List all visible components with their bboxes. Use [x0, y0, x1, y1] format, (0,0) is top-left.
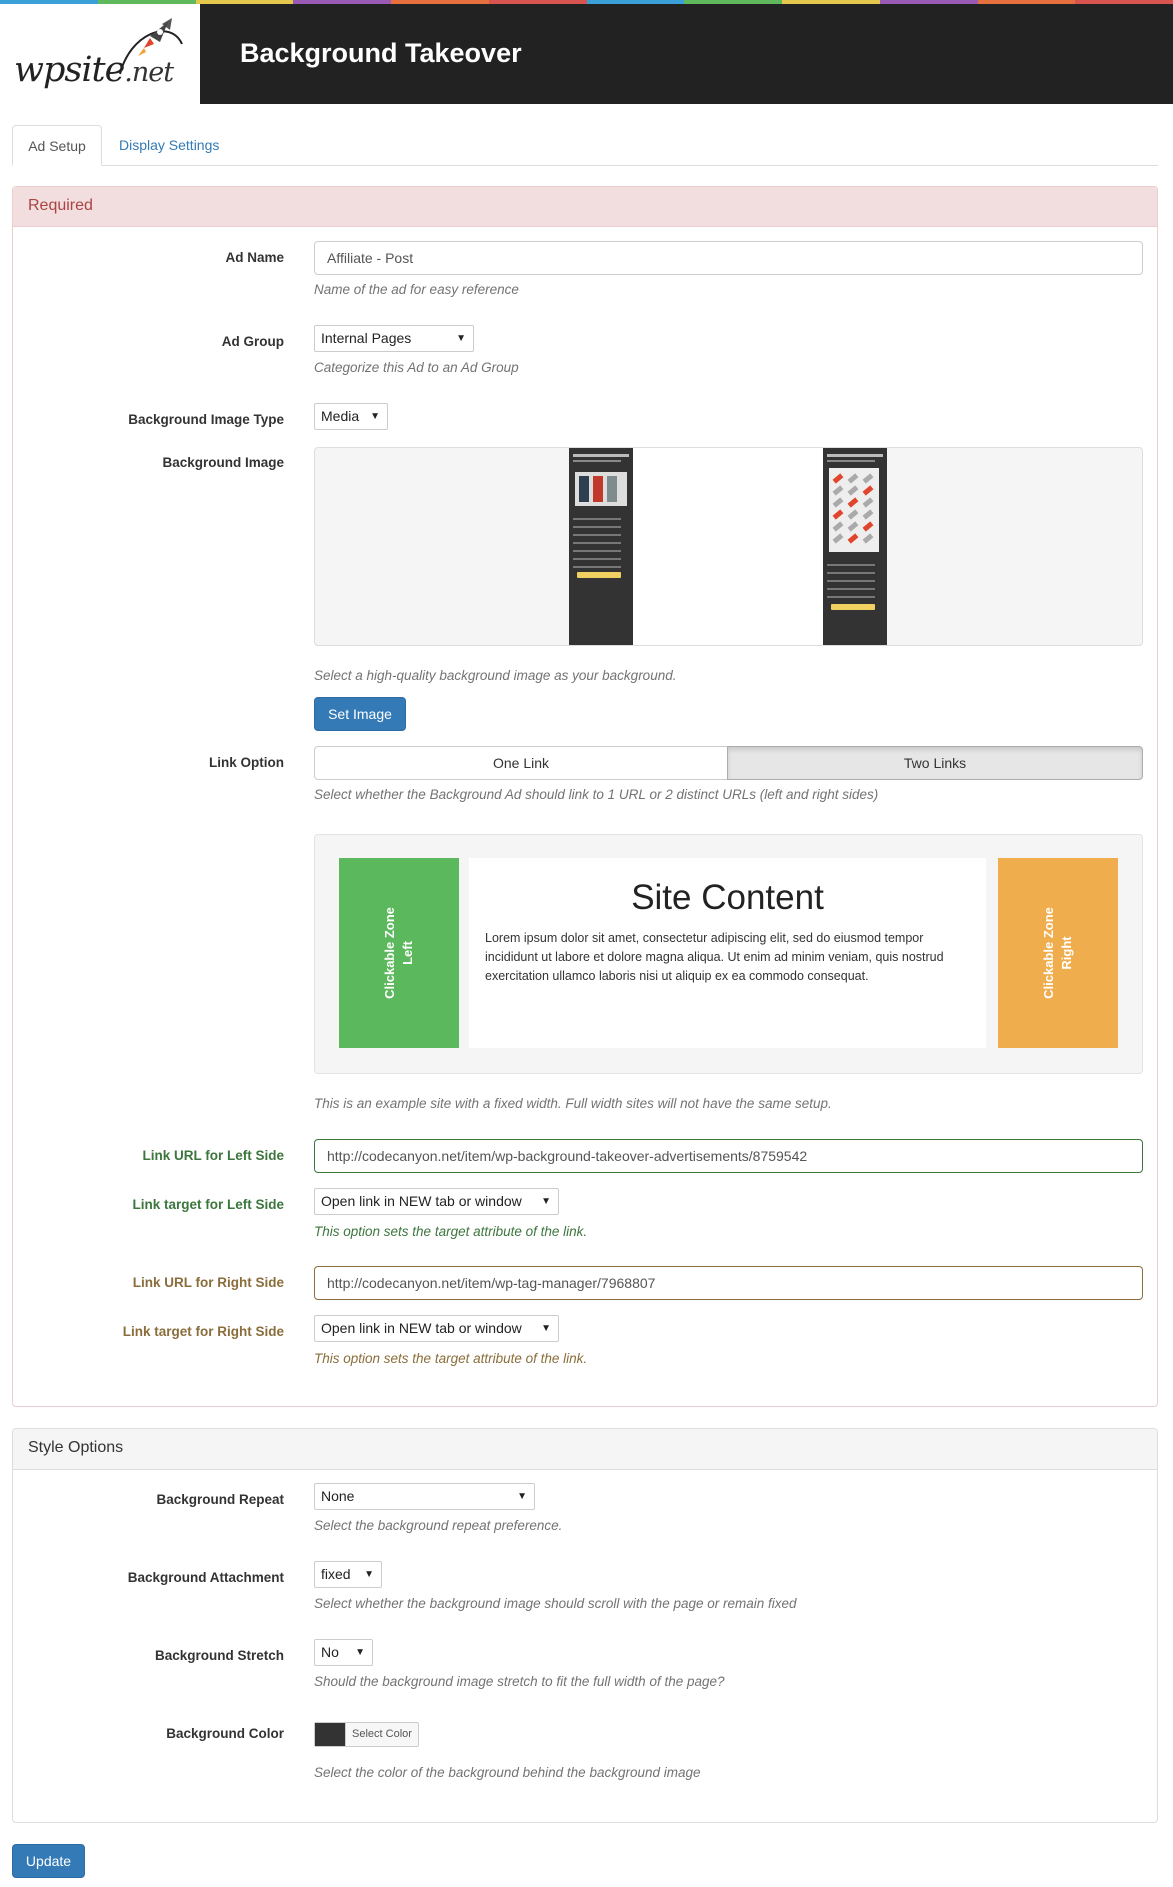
caret-down-icon: ▼ — [456, 333, 466, 344]
caret-down-icon: ▼ — [541, 1323, 551, 1334]
color-swatch — [315, 1723, 345, 1746]
tag-icon — [832, 509, 844, 520]
bg-repeat-label: Background Repeat — [156, 1492, 284, 1507]
site-content-box: Site Content Lorem ipsum dolor sit amet,… — [469, 858, 986, 1048]
select-color-button[interactable]: Select Color — [345, 1723, 418, 1746]
bg-image-help: Select a high-quality background image a… — [314, 668, 677, 683]
right-url-label: Link URL for Right Side — [132, 1275, 284, 1290]
bg-stretch-help: Should the background image stretch to f… — [314, 1674, 725, 1689]
bg-color-help: Select the color of the background behin… — [314, 1765, 701, 1780]
tag-icon — [862, 533, 874, 544]
site-content-text: Lorem ipsum dolor sit amet, consectetur … — [485, 931, 944, 983]
example-help: This is an example site with a fixed wid… — [314, 1096, 832, 1111]
tag-icon — [847, 533, 859, 544]
site-content-title: Site Content — [631, 878, 824, 917]
page-title: Background Takeover — [240, 38, 522, 68]
link-option-help: Select whether the Background Ad should … — [314, 787, 879, 802]
style-options-heading: Style Options — [13, 1429, 1157, 1470]
set-image-button[interactable]: Set Image — [314, 697, 406, 731]
bg-image-type-select[interactable]: Media ▼ — [314, 403, 388, 430]
required-heading: Required — [13, 187, 1157, 227]
left-target-select[interactable]: Open link in NEW tab or window ▼ — [314, 1188, 559, 1215]
ad-name-input[interactable]: Affiliate - Post — [314, 241, 1143, 275]
clickable-zone-left-label: Clickable Zone Left — [382, 907, 415, 999]
bg-repeat-select[interactable]: None ▼ — [314, 1483, 535, 1510]
tag-icon — [862, 521, 874, 532]
bg-repeat-help: Select the background repeat preference. — [314, 1518, 563, 1533]
bg-color-label: Background Color — [166, 1726, 284, 1741]
tag-icon — [862, 509, 874, 520]
left-target-label: Link target for Left Side — [132, 1197, 284, 1212]
tag-icon — [832, 485, 844, 496]
clickable-zone-right-label: Clickable Zone Right — [1041, 907, 1074, 999]
left-url-label: Link URL for Left Side — [142, 1148, 284, 1163]
right-target-help: This option sets the target attribute of… — [314, 1351, 588, 1366]
ad-group-select[interactable]: Internal Pages ▼ — [314, 325, 474, 352]
bg-attachment-select[interactable]: fixed ▼ — [314, 1561, 382, 1588]
left-thumb-image — [569, 448, 633, 645]
clickable-zone-right: Clickable Zone Right — [998, 858, 1118, 1048]
two-links-toggle[interactable]: Two Links — [727, 746, 1143, 780]
right-url-input[interactable]: http://codecanyon.net/item/wp-tag-manage… — [314, 1266, 1143, 1300]
ad-group-label: Ad Group — [221, 334, 284, 349]
clickable-zone-left: Clickable Zone Left — [339, 858, 459, 1048]
bg-attachment-help: Select whether the background image shou… — [314, 1596, 797, 1611]
left-url-input[interactable]: http://codecanyon.net/item/wp-background… — [314, 1139, 1143, 1173]
tag-icon — [847, 485, 859, 496]
right-thumb-image — [823, 448, 887, 645]
caret-down-icon: ▼ — [517, 1491, 527, 1502]
bg-attachment-label: Background Attachment — [127, 1570, 284, 1585]
tab-display-settings[interactable]: Display Settings — [104, 125, 234, 166]
tag-icon — [862, 473, 874, 484]
right-target-label: Link target for Right Side — [122, 1324, 284, 1339]
tag-icon — [832, 473, 844, 484]
tag-icon — [847, 473, 859, 484]
caret-down-icon: ▼ — [355, 1647, 365, 1658]
tag-icon — [862, 497, 874, 508]
left-target-help: This option sets the target attribute of… — [314, 1224, 588, 1239]
tag-icon — [847, 521, 859, 532]
link-option-label: Link Option — [209, 755, 284, 770]
bg-stretch-label: Background Stretch — [154, 1648, 284, 1663]
bg-image-preview — [314, 447, 1143, 646]
tag-icon — [862, 485, 874, 496]
right-target-select[interactable]: Open link in NEW tab or window ▼ — [314, 1315, 559, 1342]
one-link-toggle[interactable]: One Link — [314, 746, 728, 780]
caret-down-icon: ▼ — [370, 411, 380, 422]
tag-icon — [847, 509, 859, 520]
ad-name-label: Ad Name — [225, 250, 284, 265]
ad-name-help: Name of the ad for easy reference — [314, 282, 519, 297]
bg-image-type-label: Background Image Type — [128, 412, 284, 427]
tab-ad-setup[interactable]: Ad Setup — [12, 125, 102, 166]
example-site-diagram: Clickable Zone Left Site Content Lorem i… — [314, 834, 1143, 1074]
tag-icon — [832, 521, 844, 532]
update-button[interactable]: Update — [12, 1844, 85, 1878]
logo-text: wpsite.net — [14, 50, 174, 90]
caret-down-icon: ▼ — [541, 1196, 551, 1207]
tag-icon — [832, 497, 844, 508]
bg-image-label: Background Image — [162, 455, 284, 470]
ad-group-help: Categorize this Ad to an Ad Group — [314, 360, 519, 375]
bg-stretch-select[interactable]: No ▼ — [314, 1639, 373, 1666]
tag-icon — [832, 533, 844, 544]
bg-color-picker[interactable]: Select Color — [314, 1722, 419, 1747]
style-options-panel: Style Options — [12, 1428, 1158, 1823]
caret-down-icon: ▼ — [364, 1569, 374, 1580]
tag-icon — [847, 497, 859, 508]
